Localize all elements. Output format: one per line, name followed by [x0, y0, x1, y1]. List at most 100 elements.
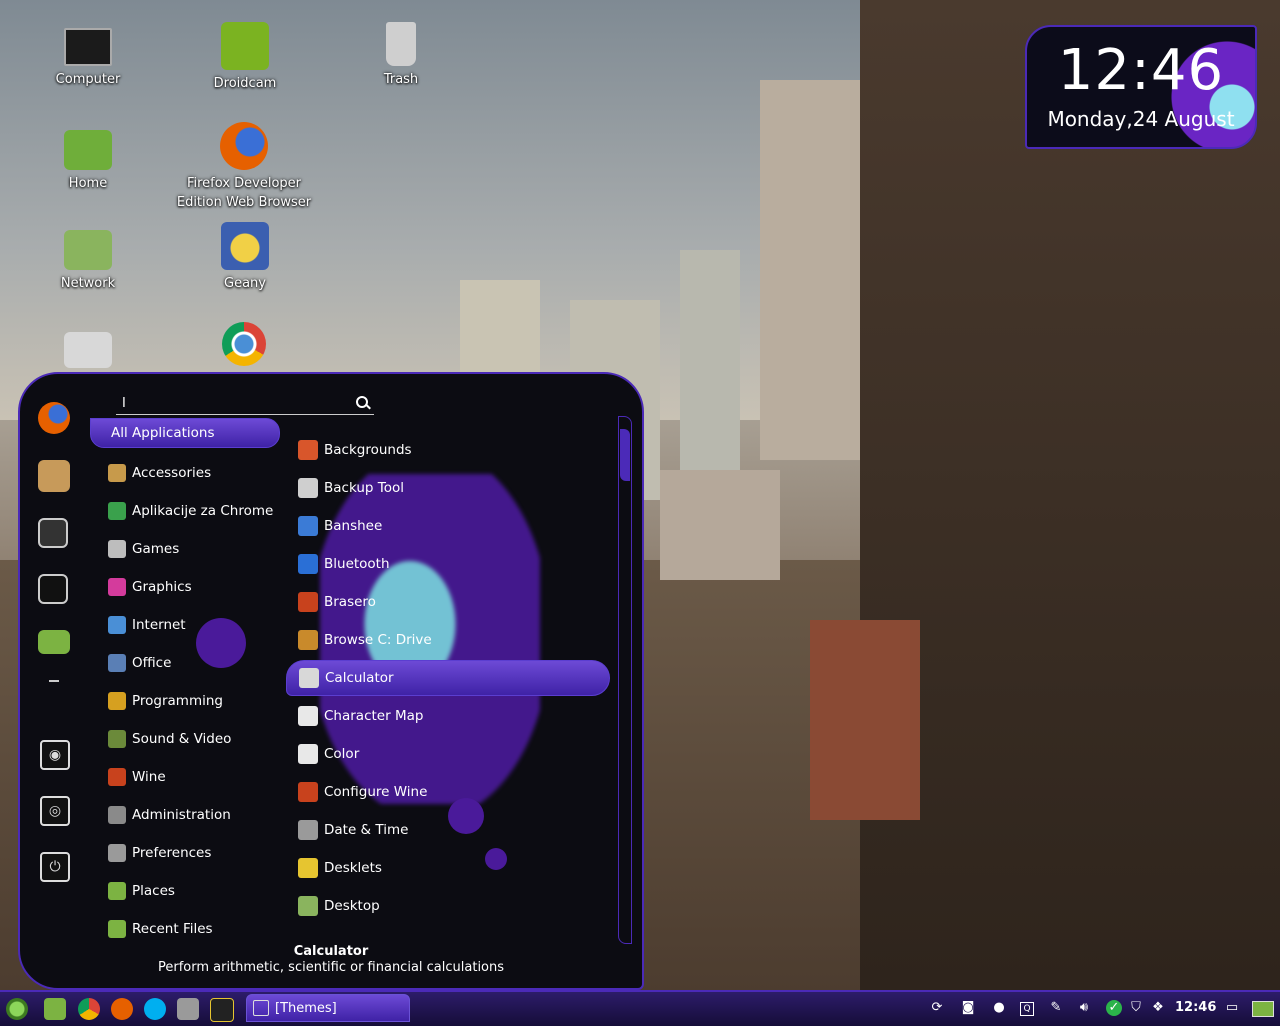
application-label: Brasero	[324, 594, 376, 610]
application-icon	[298, 592, 318, 612]
application-item[interactable]: Backgrounds	[286, 432, 610, 468]
application-menu: ◉ ◎ ⏻ I All Applications Accessories Apli…	[18, 372, 644, 990]
lock-screen-button[interactable]: ◉	[40, 740, 70, 770]
application-item[interactable]: Date & Time	[286, 812, 610, 848]
launcher-firefox[interactable]	[111, 998, 133, 1020]
launcher-files[interactable]	[44, 998, 66, 1020]
launcher-clapper[interactable]	[177, 998, 199, 1020]
category-icon	[108, 768, 126, 786]
pen-icon[interactable]: ✎	[1048, 1000, 1064, 1016]
monitor-icon	[64, 28, 112, 66]
category-item[interactable]: Accessories	[90, 454, 280, 492]
scrollbar-thumb[interactable]	[620, 429, 630, 481]
application-item[interactable]: Bluetooth	[286, 546, 610, 582]
application-item[interactable]: Color	[286, 736, 610, 772]
application-item[interactable]: Desklets	[286, 850, 610, 886]
launcher-skype[interactable]	[144, 998, 166, 1020]
category-item[interactable]: Internet	[90, 606, 280, 644]
desktop-icon-droidcam[interactable]: Droidcam	[175, 22, 315, 93]
category-item[interactable]: Sound & Video	[90, 720, 280, 758]
category-label: Sound & Video	[132, 731, 232, 747]
application-label: Backgrounds	[324, 442, 412, 458]
application-icon	[298, 554, 318, 574]
category-label: Preferences	[132, 845, 212, 861]
shutdown-button[interactable]: ⏻	[40, 852, 70, 882]
application-label: Color	[324, 746, 360, 762]
window-icon	[253, 1000, 269, 1016]
category-label: Internet	[132, 617, 186, 633]
category-item[interactable]: Graphics	[90, 568, 280, 606]
category-all-applications[interactable]: All Applications	[90, 418, 280, 448]
category-item[interactable]: Recent Files	[90, 910, 280, 948]
application-item[interactable]: Calculator	[286, 660, 610, 696]
application-item[interactable]: Browse C: Drive	[286, 622, 610, 658]
update-check-icon[interactable]: ✓	[1106, 1000, 1122, 1016]
category-item[interactable]: Office	[90, 644, 280, 682]
favorite-package-icon[interactable]	[38, 460, 70, 492]
category-icon	[108, 578, 126, 596]
category-item[interactable]: Programming	[90, 682, 280, 720]
application-item[interactable]: Desktop	[286, 888, 610, 924]
display-icon[interactable]: ▭	[1224, 1000, 1240, 1016]
desktop-icon-label: Trash	[383, 72, 419, 87]
menu-button[interactable]	[6, 998, 28, 1020]
application-icon	[298, 896, 318, 916]
desktop-icon-geany[interactable]: Geany	[175, 222, 315, 293]
desktop-icon-network[interactable]: Network	[18, 226, 158, 293]
application-item[interactable]: Banshee	[286, 508, 610, 544]
category-icon	[108, 806, 126, 824]
keyboard-icon[interactable]: Q	[1020, 1002, 1034, 1016]
application-item[interactable]: Brasero	[286, 584, 610, 620]
category-label: Accessories	[132, 465, 212, 481]
wallpaper-building	[680, 250, 740, 490]
application-list-scrollbar[interactable]	[618, 416, 632, 944]
description-title: Calculator	[293, 944, 369, 959]
launcher-chrome[interactable]	[78, 998, 100, 1020]
volume-icon[interactable]: 🔊︎	[1076, 1000, 1092, 1016]
camera-icon[interactable]: ◙	[960, 1000, 976, 1016]
category-icon	[108, 502, 126, 520]
desktop-icon-label: Home	[68, 176, 108, 191]
category-item[interactable]: Places	[90, 872, 280, 910]
favorite-folder-icon[interactable]	[38, 630, 70, 654]
dropbox-icon[interactable]: ❖	[1150, 1000, 1166, 1016]
desktop-icon-computer[interactable]: Computer	[18, 22, 158, 89]
chrome-icon	[222, 322, 266, 366]
desktop-icon-usb-drive[interactable]	[18, 326, 158, 372]
taskbar-window-themes[interactable]: [Themes]	[246, 994, 410, 1022]
desktop-icon-trash[interactable]: Trash	[331, 22, 471, 89]
application-item[interactable]: Configure Wine	[286, 774, 610, 810]
application-icon	[298, 744, 318, 764]
category-list: All Applications Accessories Aplikacije z…	[90, 418, 280, 948]
application-item[interactable]: Backup Tool	[286, 470, 610, 506]
favorite-terminal-icon[interactable]	[38, 574, 68, 604]
application-icon	[298, 820, 318, 840]
application-icon	[298, 858, 318, 878]
launcher-system-monitor[interactable]	[210, 998, 234, 1022]
category-item[interactable]: Administration	[90, 796, 280, 834]
user-icon[interactable]: ●	[991, 1000, 1007, 1016]
bottom-panel: [Themes] ⟳ ◙ ● Q ✎ 🔊︎ ✓ ⛉ ❖ 12:46 ▭	[0, 990, 1280, 1026]
category-icon	[108, 882, 126, 900]
desktop-icon-firefox[interactable]: Firefox Developer Edition Web Browser	[174, 122, 314, 212]
application-icon	[298, 516, 318, 536]
favorite-system-settings-icon[interactable]	[38, 518, 68, 548]
droidcam-icon	[221, 22, 269, 70]
lock-screen-icon: ◉	[48, 747, 62, 763]
refresh-icon[interactable]: ⟳	[929, 1000, 945, 1016]
category-item[interactable]: Wine	[90, 758, 280, 796]
application-list: Backgrounds Backup Tool Banshee Bluetooth Br…	[286, 404, 612, 944]
logout-button[interactable]: ◎	[40, 796, 70, 826]
category-item[interactable]: Games	[90, 530, 280, 568]
desktop-icon-chrome[interactable]	[174, 322, 314, 370]
category-item[interactable]: Preferences	[90, 834, 280, 872]
desktop-icon-home[interactable]: Home	[18, 126, 158, 193]
search-text: I	[122, 396, 126, 411]
favorite-firefox-icon[interactable]	[38, 402, 70, 434]
panel-clock[interactable]: 12:46	[1175, 1000, 1216, 1015]
application-label: Banshee	[324, 518, 383, 534]
shield-icon[interactable]: ⛉	[1128, 1000, 1144, 1016]
application-item[interactable]: Character Map	[286, 698, 610, 734]
category-item[interactable]: Aplikacije za Chrome	[90, 492, 280, 530]
show-desktop-icon[interactable]	[1252, 1001, 1274, 1017]
